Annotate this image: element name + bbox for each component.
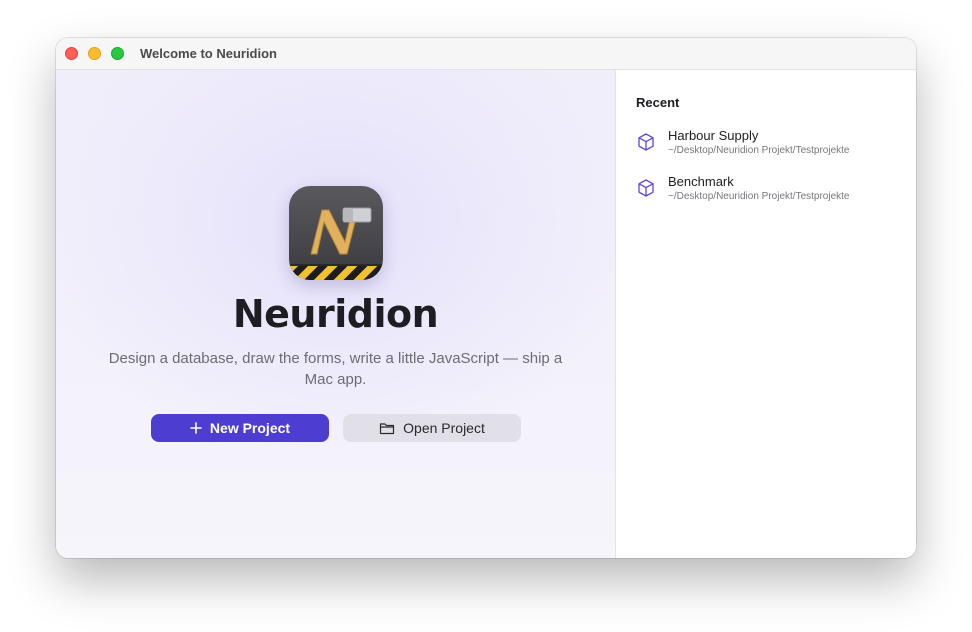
open-project-button[interactable]: Open Project <box>343 414 521 442</box>
app-tagline: Design a database, draw the forms, write… <box>108 350 563 388</box>
neuridion-app-icon <box>289 186 383 280</box>
recent-item-path: ~/Desktop/Neuridion Projekt/Testprojekte <box>668 191 850 202</box>
recent-item-name: Benchmark <box>668 174 734 189</box>
recent-item-harbour-supply[interactable]: Harbour Supply ~/Desktop/Neuridion Proje… <box>634 128 904 168</box>
recent-item-benchmark[interactable]: Benchmark ~/Desktop/Neuridion Projekt/Te… <box>634 174 904 214</box>
title-bar[interactable]: Welcome to Neuridion <box>56 38 916 70</box>
open-project-label: Open Project <box>403 420 485 436</box>
zoom-window-button[interactable] <box>111 47 124 60</box>
cube-icon <box>636 132 656 152</box>
close-window-button[interactable] <box>65 47 78 60</box>
recent-heading: Recent <box>636 95 680 110</box>
folder-icon <box>379 422 395 435</box>
minimize-window-button[interactable] <box>88 47 101 60</box>
cube-icon <box>636 178 656 198</box>
recent-item-path: ~/Desktop/Neuridion Projekt/Testprojekte <box>668 145 850 156</box>
welcome-panel: Neuridion Design a database, draw the fo… <box>56 70 616 558</box>
plus-icon <box>190 422 202 434</box>
app-name: Neuridion <box>232 292 439 336</box>
welcome-window: Welcome to Neuridion Neuridion Design a … <box>56 38 916 558</box>
recent-item-name: Harbour Supply <box>668 128 759 143</box>
recent-projects-panel: Recent Harbour Supply ~/Desktop/Neuridio… <box>616 70 916 558</box>
new-project-label: New Project <box>209 420 291 436</box>
window-title: Welcome to Neuridion <box>140 46 277 61</box>
new-project-button[interactable]: New Project <box>151 414 329 442</box>
